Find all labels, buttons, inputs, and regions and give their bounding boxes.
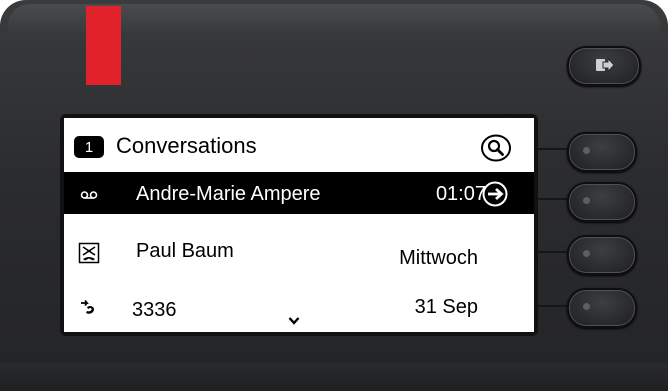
softkey-3[interactable] [567, 235, 637, 275]
list-item-selected[interactable]: Andre-Marie Ampere 01:07 [64, 172, 534, 214]
search-icon[interactable] [480, 134, 512, 162]
contact-number: 3336 [132, 299, 177, 321]
softkey-4[interactable] [567, 288, 637, 328]
logout-button[interactable] [567, 46, 641, 86]
call-duration: 01:07 [435, 183, 486, 205]
message-led [86, 6, 121, 85]
softkey-dot [583, 197, 590, 204]
chevron-down-icon [288, 317, 300, 325]
page-title: Conversations [116, 133, 257, 158]
phone-device: 1 Conversations Andre-Marie Ampere 01:07 [0, 0, 668, 391]
softkey-1[interactable] [567, 132, 637, 172]
connector-line [536, 305, 570, 307]
logout-icon [596, 57, 615, 73]
softkey-dot [583, 303, 590, 310]
line-number-badge: 1 [74, 136, 104, 158]
call-date: 31 Sep [414, 296, 478, 318]
arrow-right-circle-icon[interactable] [482, 181, 508, 207]
missed-call-icon [78, 242, 100, 264]
display-screen: 1 Conversations Andre-Marie Ampere 01:07 [64, 118, 534, 332]
call-forwarded-icon [81, 299, 94, 314]
list-item[interactable]: Paul Baum Mittwoch [64, 232, 534, 274]
softkey-2[interactable] [567, 182, 637, 222]
call-date: Mittwoch [399, 247, 478, 269]
contact-name: Andre-Marie Ampere [136, 183, 321, 205]
connector-line [536, 251, 570, 253]
softkey-dot [583, 147, 590, 154]
device-base [0, 363, 668, 391]
softkey-dot [583, 250, 590, 257]
screen-header: 1 Conversations [64, 118, 534, 170]
contact-name: Paul Baum [136, 240, 234, 262]
connector-line [536, 198, 570, 200]
voicemail-icon [80, 191, 98, 199]
connector-line [536, 148, 570, 150]
